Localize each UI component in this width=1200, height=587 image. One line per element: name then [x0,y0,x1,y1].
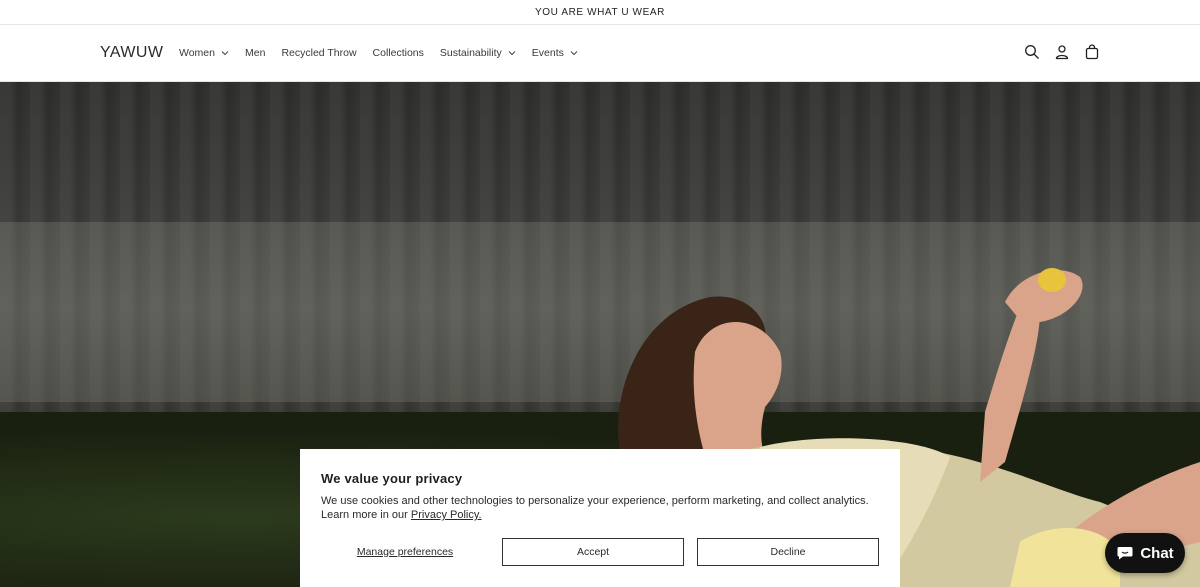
cookie-title: We value your privacy [321,471,463,486]
manage-preferences-link[interactable]: Manage preferences [321,538,489,566]
decline-button[interactable]: Decline [697,538,879,566]
nav-item-recycled-throw[interactable]: Recycled Throw [281,47,356,59]
nav-item-label: Sustainability [439,47,502,59]
cookie-description: We use cookies and other technologies to… [321,494,881,522]
nav-item-events[interactable]: Events [532,47,578,59]
cookie-consent-banner: We value your privacy We use cookies and… [300,449,900,587]
nav-item-collections[interactable]: Collections [373,47,424,59]
chevron-down-icon [508,49,516,57]
nav-item-men[interactable]: Men [245,47,265,59]
nav-item-label: Collections [372,47,424,59]
nav-item-label: Women [179,47,215,59]
cookie-description-text: We use cookies and other technologies to… [321,495,869,521]
accept-button[interactable]: Accept [502,538,684,566]
chat-button[interactable]: Chat [1105,533,1185,573]
announcement-bar: YOU ARE WHAT U WEAR [0,0,1200,25]
nav-item-women[interactable]: Women [179,47,229,59]
privacy-policy-link[interactable]: Privacy Policy. [411,509,482,521]
site-logo[interactable]: YAWUW [100,44,163,62]
nav-item-label: Men [245,47,266,59]
header-icons [1024,44,1100,60]
cookie-actions: Manage preferences Accept Decline [321,538,879,566]
account-icon[interactable] [1054,44,1070,60]
nav-item-label: Events [531,47,564,59]
chevron-down-icon [570,49,578,57]
cart-icon[interactable] [1084,44,1100,60]
chat-bubble-icon [1116,544,1134,562]
chat-label: Chat [1140,544,1174,562]
announcement-text: YOU ARE WHAT U WEAR [535,6,665,18]
nav-item-label: Recycled Throw [281,47,357,59]
main-nav: Women Men Recycled Throw Collections Sus… [179,47,594,59]
chevron-down-icon [221,49,229,57]
site-header: YAWUW Women Men Recycled Throw Collectio… [0,25,1200,82]
nav-item-sustainability[interactable]: Sustainability [440,47,516,59]
search-icon[interactable] [1024,44,1040,60]
